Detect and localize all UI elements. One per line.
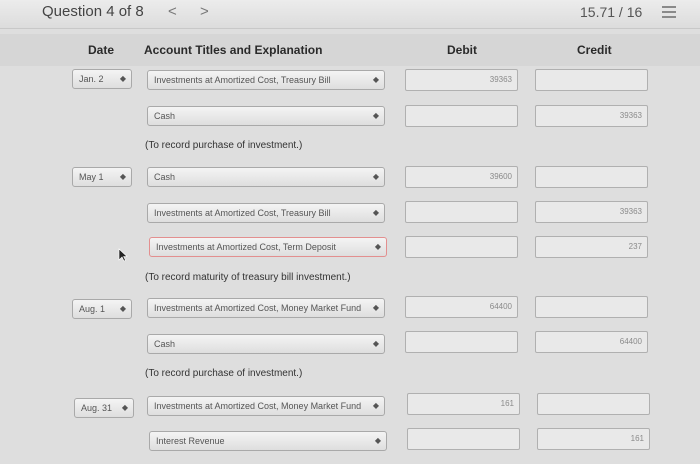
debit-input[interactable]: 39363 bbox=[405, 69, 518, 91]
dropdown-arrow-icon: ◆ bbox=[372, 75, 379, 84]
debit-header: Debit bbox=[447, 43, 477, 57]
dropdown-arrow-icon: ◆ bbox=[119, 304, 126, 313]
date-select[interactable]: May 1 ◆ bbox=[72, 167, 132, 187]
account-select[interactable]: Interest Revenue ◆ bbox=[149, 431, 387, 451]
dropdown-arrow-icon: ◆ bbox=[374, 436, 381, 445]
list-icon[interactable] bbox=[662, 6, 676, 20]
journal-note: (To record maturity of treasury bill inv… bbox=[145, 272, 351, 283]
account-value: Investments at Amortized Cost, Money Mar… bbox=[154, 303, 362, 313]
date-select[interactable]: Jan. 2 ◆ bbox=[72, 69, 132, 89]
account-select[interactable]: Investments at Amortized Cost, Money Mar… bbox=[147, 298, 385, 318]
chevron-left-icon[interactable]: < bbox=[168, 3, 177, 20]
credit-header: Credit bbox=[577, 43, 612, 57]
date-select[interactable]: Aug. 1 ◆ bbox=[72, 299, 132, 319]
account-value: Cash bbox=[154, 339, 176, 349]
account-value: Investments at Amortized Cost, Treasury … bbox=[154, 208, 331, 218]
account-value: Cash bbox=[154, 111, 176, 121]
account-select[interactable]: Investments at Amortized Cost, Treasury … bbox=[147, 70, 385, 90]
account-header: Account Titles and Explanation bbox=[144, 43, 323, 57]
credit-input[interactable]: 161 bbox=[537, 428, 650, 450]
table-header: Date Account Titles and Explanation Debi… bbox=[0, 34, 700, 66]
dropdown-arrow-icon: ◆ bbox=[372, 339, 379, 348]
account-select[interactable]: Investments at Amortized Cost, Treasury … bbox=[147, 203, 385, 223]
top-bar: Question 4 of 8 < > 15.71 / 16 bbox=[0, 0, 700, 29]
debit-input[interactable]: 161 bbox=[407, 393, 520, 415]
journal-note: (To record purchase of investment.) bbox=[145, 140, 303, 151]
score-display: 15.71 / 16 bbox=[580, 4, 643, 20]
chevron-right-icon[interactable]: > bbox=[200, 3, 209, 20]
credit-input[interactable]: 39363 bbox=[535, 105, 648, 127]
debit-input[interactable] bbox=[405, 105, 518, 127]
dropdown-arrow-icon: ◆ bbox=[372, 111, 379, 120]
credit-input[interactable] bbox=[535, 296, 648, 318]
date-value: May 1 bbox=[79, 172, 104, 182]
date-value: Aug. 31 bbox=[81, 403, 113, 413]
dropdown-arrow-icon: ◆ bbox=[121, 403, 128, 412]
date-value: Jan. 2 bbox=[79, 74, 104, 84]
account-select[interactable]: Investments at Amortized Cost, Money Mar… bbox=[147, 396, 385, 416]
debit-input[interactable] bbox=[405, 331, 518, 353]
account-value: Investments at Amortized Cost, Money Mar… bbox=[154, 401, 362, 411]
dropdown-arrow-icon: ◆ bbox=[372, 172, 379, 181]
journal-note: (To record purchase of investment.) bbox=[145, 368, 303, 379]
account-value: Interest Revenue bbox=[156, 436, 225, 446]
question-counter: Question 4 of 8 bbox=[42, 3, 144, 20]
credit-input[interactable]: 39363 bbox=[535, 201, 648, 223]
dropdown-arrow-icon: ◆ bbox=[119, 172, 126, 181]
dropdown-arrow-icon: ◆ bbox=[372, 401, 379, 410]
account-select[interactable]: Cash ◆ bbox=[147, 167, 385, 187]
debit-input[interactable] bbox=[405, 201, 518, 223]
account-select[interactable]: Cash ◆ bbox=[147, 106, 385, 126]
account-select[interactable]: Investments at Amortized Cost, Term Depo… bbox=[149, 237, 387, 257]
dropdown-arrow-icon: ◆ bbox=[374, 242, 381, 251]
account-select[interactable]: Cash ◆ bbox=[147, 334, 385, 354]
dropdown-arrow-icon: ◆ bbox=[119, 74, 126, 83]
date-select[interactable]: Aug. 31 ◆ bbox=[74, 398, 134, 418]
credit-input[interactable]: 237 bbox=[535, 236, 648, 258]
debit-input[interactable]: 39600 bbox=[405, 166, 518, 188]
credit-input[interactable] bbox=[537, 393, 650, 415]
dropdown-arrow-icon: ◆ bbox=[372, 208, 379, 217]
debit-input[interactable]: 64400 bbox=[405, 296, 518, 318]
credit-input[interactable]: 64400 bbox=[535, 331, 648, 353]
date-value: Aug. 1 bbox=[79, 304, 106, 314]
debit-input[interactable] bbox=[405, 236, 518, 258]
credit-input[interactable] bbox=[535, 166, 648, 188]
mouse-cursor-icon bbox=[118, 248, 128, 262]
dropdown-arrow-icon: ◆ bbox=[372, 303, 379, 312]
debit-input[interactable] bbox=[407, 428, 520, 450]
account-value: Investments at Amortized Cost, Term Depo… bbox=[156, 242, 336, 252]
credit-input[interactable] bbox=[535, 69, 648, 91]
account-value: Cash bbox=[154, 172, 176, 182]
account-value: Investments at Amortized Cost, Treasury … bbox=[154, 75, 331, 85]
date-header: Date bbox=[88, 43, 115, 57]
